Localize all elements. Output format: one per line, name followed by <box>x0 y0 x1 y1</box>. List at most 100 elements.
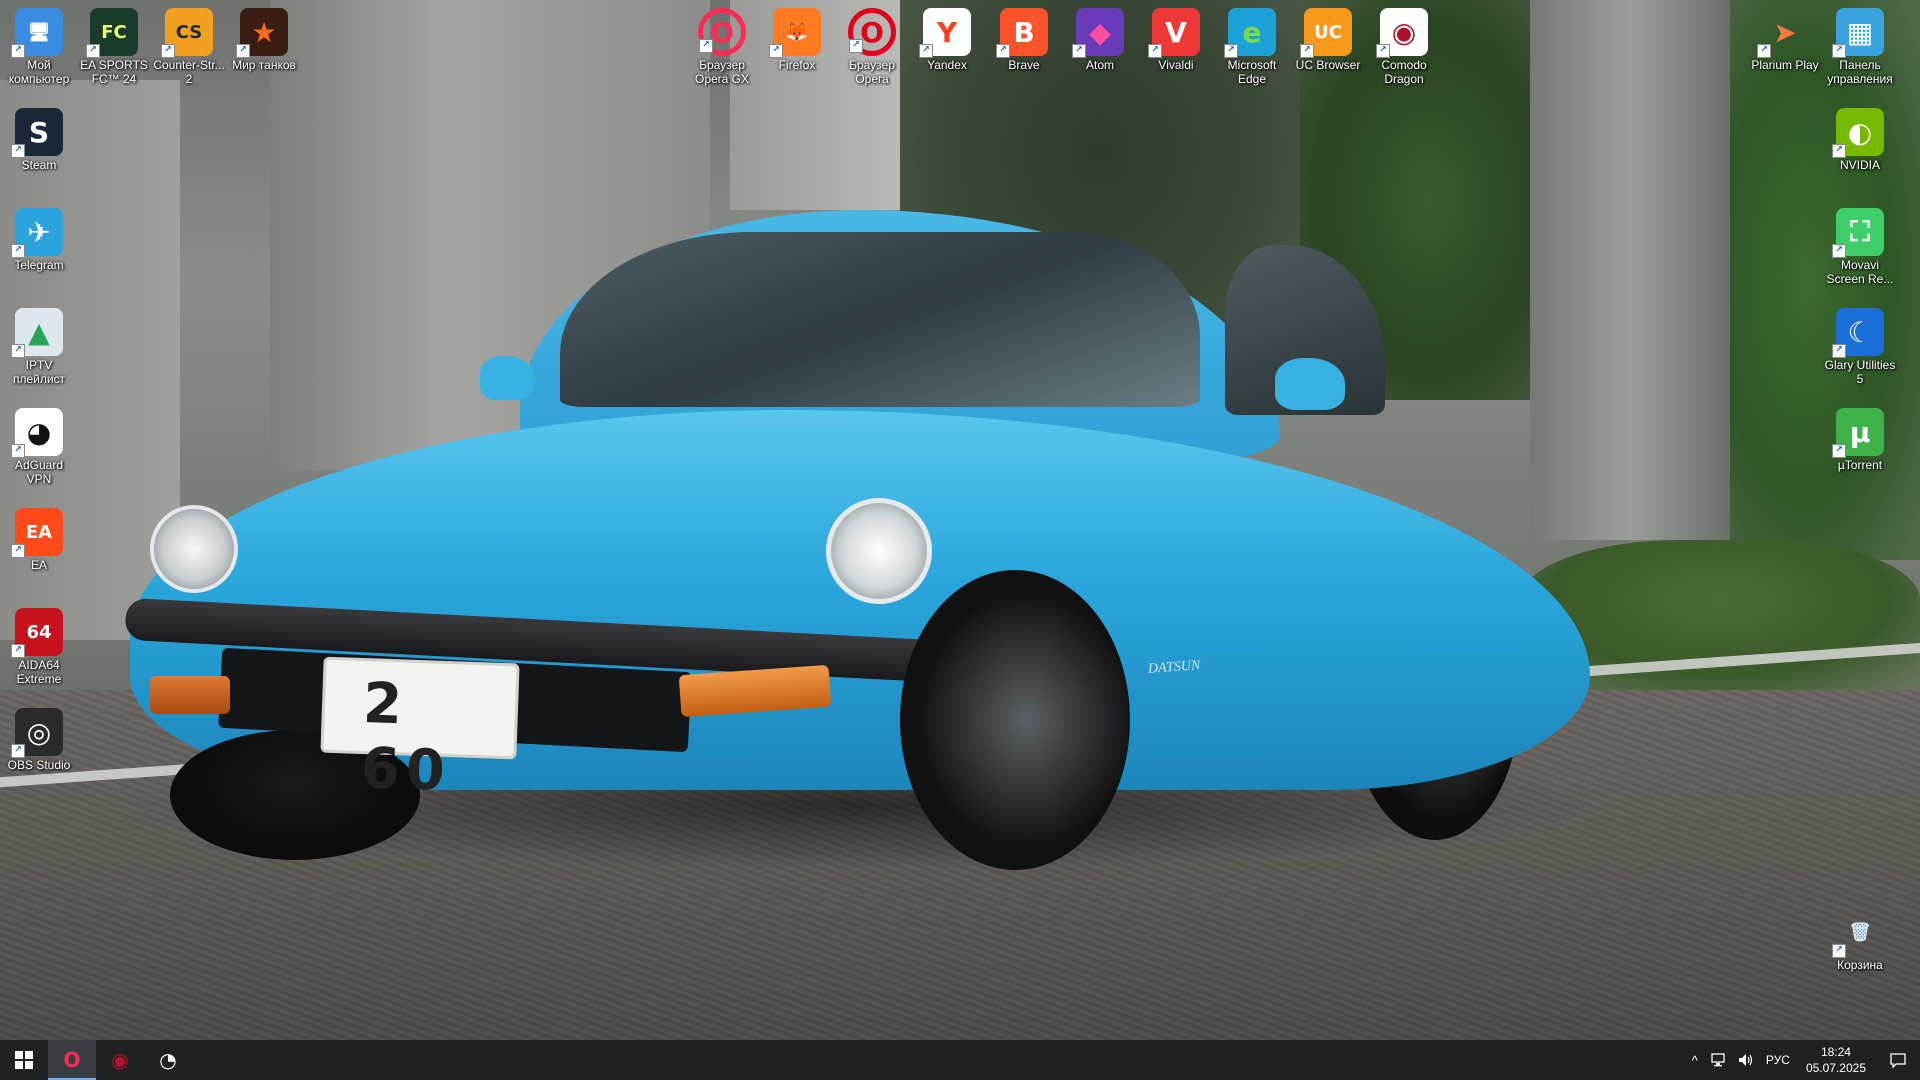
steam-icon: S ↗ <box>11 108 63 158</box>
desktop-icon-movavi[interactable]: ⛶ ↗ Movavi Screen Re... <box>1823 206 1897 286</box>
notifications-button[interactable] <box>1876 1040 1920 1080</box>
desktop-icon-nvidia[interactable]: ◐ ↗ NVIDIA <box>1823 106 1897 172</box>
desktop-icon-label: Корзина <box>1837 958 1883 972</box>
car-windshield <box>560 232 1200 407</box>
recycle-bin-icon: 🗑 ↗ <box>1832 908 1884 958</box>
my-computer-glyph: 🖥 <box>27 21 51 43</box>
counter-strike-icon: CS ↗ <box>161 8 213 58</box>
ea-fc24-glyph: FC <box>101 21 127 43</box>
steam-glyph: S <box>28 115 50 149</box>
firefox-icon: 🦊 ↗ <box>769 8 821 58</box>
counter-strike-glyph: CS <box>175 21 203 43</box>
desktop-icon-opera[interactable]: O ↗ Браузер Opera <box>835 6 909 86</box>
desktop-icon-yandex[interactable]: Y ↗ Yandex <box>910 6 984 72</box>
shortcut-arrow-icon: ↗ <box>161 44 175 58</box>
desktop-icon-uc-browser[interactable]: UC ↗ UC Browser <box>1291 6 1365 72</box>
system-tray: ^ РУС 18:24 05.07.2025 <box>1686 1040 1920 1080</box>
taskbar-app-comodo-dragon[interactable]: ◉ <box>96 1040 144 1080</box>
desktop-icon-utorrent[interactable]: µ ↗ µTorrent <box>1823 406 1897 472</box>
desktop-icon-label: AdGuard VPN <box>14 458 64 486</box>
desktop-icon-atom[interactable]: ◆ ↗ Atom <box>1063 6 1137 72</box>
speaker-icon <box>1738 1054 1753 1066</box>
desktop-icon-label: EA <box>30 558 47 572</box>
obs-icon: ◎ ↗ <box>11 708 63 758</box>
shortcut-arrow-icon: ↗ <box>769 44 783 58</box>
desktop-icon-control-panel[interactable]: ▦ ↗ Панель управления <box>1823 6 1897 86</box>
shortcut-arrow-icon: ↗ <box>11 344 25 358</box>
desktop-icon-ea[interactable]: EA ↗ EA <box>2 506 76 572</box>
network-button[interactable] <box>1704 1040 1732 1080</box>
desktop-icon-label: Movavi Screen Re... <box>1826 258 1894 286</box>
desktop-icon-plarium-play[interactable]: ➤ ↗ Plarium Play <box>1748 6 1822 73</box>
edge-icon: e ↗ <box>1224 8 1276 58</box>
desktop-icon-opera-gx[interactable]: O ↗ Браузер Opera GX <box>685 6 759 86</box>
desktop-icon-edge[interactable]: e ↗ Microsoft Edge <box>1215 6 1289 86</box>
desktop-icon-my-computer[interactable]: 🖥 ↗ Мой компьютер <box>2 6 76 86</box>
nvidia-glyph: ◐ <box>1847 115 1873 149</box>
opera-icon: O ↗ <box>848 8 896 56</box>
taskbar-app-opera-gx[interactable]: O <box>48 1040 96 1080</box>
shortcut-arrow-icon: ↗ <box>1072 44 1086 58</box>
input-language-button[interactable]: РУС <box>1760 1040 1796 1080</box>
desktop-icon-vivaldi[interactable]: V ↗ Vivaldi <box>1139 6 1213 72</box>
clock-date: 05.07.2025 <box>1805 1061 1866 1075</box>
shortcut-arrow-icon: ↗ <box>11 444 25 458</box>
taskbar: O ◉ ◔ ^ РУС 18:24 05.07.2025 <box>0 1040 1920 1080</box>
firefox-glyph: 🦊 <box>785 21 809 43</box>
desktop-icon-mir-tankov[interactable]: ★ ↗ Мир танков <box>227 6 301 72</box>
ea-glyph: EA <box>25 521 53 543</box>
shortcut-arrow-icon: ↗ <box>1832 44 1846 58</box>
desktop-icon-counter-strike[interactable]: CS ↗ Counter-Str... 2 <box>152 6 226 86</box>
license-plate-text: 2 60 <box>359 671 452 805</box>
desktop-icon-brave[interactable]: B ↗ Brave <box>987 6 1061 72</box>
comodo-dragon-icon: ◉ <box>111 1048 129 1072</box>
shortcut-arrow-icon: ↗ <box>11 744 25 758</box>
show-hidden-icons-button[interactable]: ^ <box>1686 1040 1704 1080</box>
desktop-icon-aida64[interactable]: 64 ↗ AIDA64 Extreme <box>2 606 76 686</box>
adguard-vpn-icon: ◕ ↗ <box>11 408 63 458</box>
shortcut-arrow-icon: ↗ <box>86 44 100 58</box>
desktop-icon-adguard-vpn[interactable]: ◕ ↗ AdGuard VPN <box>2 406 76 486</box>
desktop-icon-recycle-bin[interactable]: 🗑 ↗ Корзина <box>1823 906 1897 972</box>
desktop-icon-ea-fc24[interactable]: FC ↗ EA SPORTS FC™ 24 <box>77 6 151 86</box>
desktop[interactable]: 2 60 DATSUN 🖥 ↗ Мой компьютер FC ↗ EA SPORTS … <box>0 0 1920 1040</box>
desktop-icon-label: UC Browser <box>1295 58 1361 72</box>
yandex-glyph: Y <box>936 15 958 49</box>
volume-button[interactable] <box>1732 1040 1760 1080</box>
obs-glyph: ◎ <box>26 715 52 749</box>
mir-tankov-icon: ★ ↗ <box>236 8 288 58</box>
shortcut-arrow-icon: ↗ <box>236 44 250 58</box>
car-front-wheel <box>900 570 1130 870</box>
language-indicator: РУС <box>1765 1053 1790 1067</box>
shortcut-arrow-icon: ↗ <box>1376 44 1390 58</box>
desktop-icon-firefox[interactable]: 🦊 ↗ Firefox <box>760 6 834 72</box>
taskbar-app-steam-tray-app[interactable]: ◔ <box>144 1040 192 1080</box>
utorrent-icon: µ ↗ <box>1832 408 1884 458</box>
desktop-icon-telegram[interactable]: ✈ ↗ Telegram <box>2 206 76 272</box>
desktop-icon-glary[interactable]: ☾ ↗ Glary Utilities 5 <box>1823 306 1897 386</box>
shortcut-arrow-icon: ↗ <box>849 39 863 53</box>
shortcut-arrow-icon: ↗ <box>1832 444 1846 458</box>
comodo-dragon-glyph: ◉ <box>1391 15 1417 49</box>
plarium-play-icon: ➤ ↗ <box>1757 8 1809 58</box>
adguard-vpn-glyph: ◕ <box>26 415 52 449</box>
opera-glyph: O <box>860 15 884 49</box>
desktop-icon-steam[interactable]: S ↗ Steam <box>2 106 76 172</box>
desktop-icon-label: Панель управления <box>1827 58 1893 86</box>
network-icon <box>1711 1053 1725 1067</box>
car-mirror <box>1275 358 1345 410</box>
chevron-up-icon: ^ <box>1691 1052 1698 1068</box>
control-panel-glyph: ▦ <box>1846 15 1874 49</box>
desktop-icon-comodo-dragon[interactable]: ◉ ↗ Comodo Dragon <box>1367 6 1441 86</box>
clock-button[interactable]: 18:24 05.07.2025 <box>1796 1040 1876 1080</box>
desktop-icon-label: EA SPORTS FC™ 24 <box>80 58 148 86</box>
iptv-icon: ▲ ↗ <box>11 308 63 358</box>
movavi-glyph: ⛶ <box>1850 215 1870 248</box>
desktop-icon-label: Steam <box>21 158 57 172</box>
glary-glyph: ☾ <box>1847 315 1873 349</box>
ea-fc24-icon: FC ↗ <box>86 8 138 58</box>
desktop-icon-obs[interactable]: ◎ ↗ OBS Studio <box>2 706 76 772</box>
start-button[interactable] <box>0 1040 48 1080</box>
desktop-icon-iptv[interactable]: ▲ ↗ IPTV плейлист <box>2 306 76 386</box>
yandex-icon: Y ↗ <box>919 8 971 58</box>
